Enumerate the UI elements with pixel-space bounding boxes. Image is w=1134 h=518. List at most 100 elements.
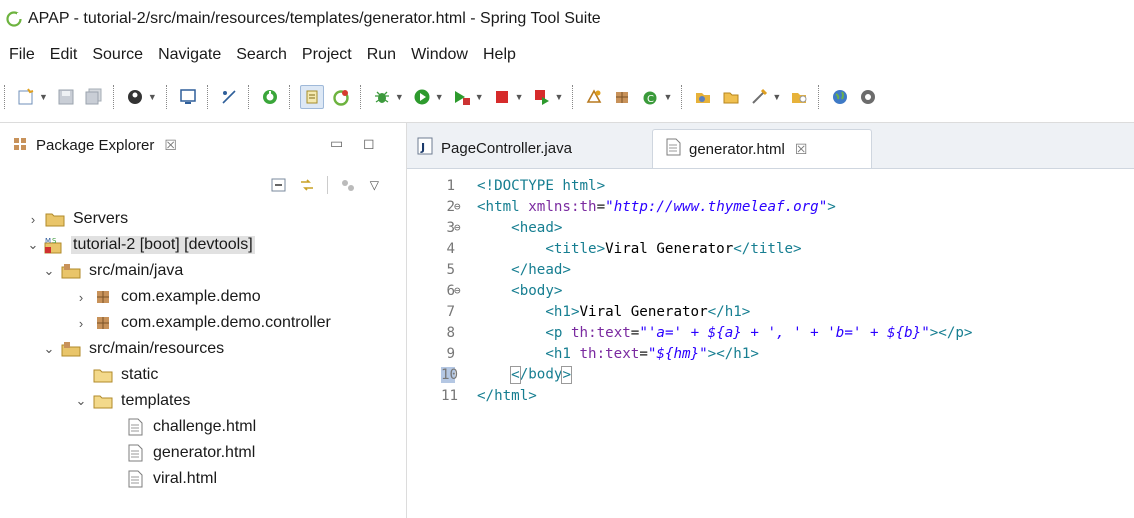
menu-project[interactable]: Project bbox=[294, 46, 359, 64]
profile-dropdown-icon[interactable]: ▼ bbox=[148, 92, 157, 102]
maximize-icon[interactable]: ◻ bbox=[363, 135, 375, 152]
code-text: <title>Viral Generator</title> bbox=[545, 240, 802, 257]
chevron-right-icon[interactable]: › bbox=[74, 290, 88, 305]
menu-edit[interactable]: Edit bbox=[42, 46, 85, 64]
chevron-right-icon[interactable]: › bbox=[74, 316, 88, 331]
folder-icon bbox=[92, 366, 114, 384]
menu-navigate[interactable]: Navigate bbox=[150, 46, 228, 64]
line-number: 2 bbox=[446, 198, 455, 215]
link-with-editor-icon[interactable] bbox=[298, 177, 316, 193]
more-toolbar-icon[interactable] bbox=[857, 86, 879, 108]
menu-window[interactable]: Window bbox=[403, 46, 475, 64]
tab-pagecontroller-java[interactable]: J PageController.java bbox=[417, 129, 637, 167]
tree-item-viral-html[interactable]: viral.html bbox=[106, 467, 219, 491]
tree-item-servers[interactable]: › Servers bbox=[26, 207, 130, 231]
relaunch-dropdown-icon[interactable]: ▼ bbox=[555, 92, 564, 102]
menu-file[interactable]: File bbox=[0, 46, 42, 64]
new-java-project-icon[interactable] bbox=[583, 86, 605, 108]
spring-icon[interactable] bbox=[330, 86, 352, 108]
tab-package-explorer[interactable]: Package Explorer ☒ bbox=[12, 136, 177, 156]
text-cursor bbox=[570, 366, 572, 383]
toolbar-separator bbox=[681, 85, 684, 109]
fold-collapse-icon[interactable]: ⊖ bbox=[454, 200, 461, 213]
open-task-icon[interactable] bbox=[720, 86, 742, 108]
tree-item-com-example-demo-controller[interactable]: › com.example.demo.controller bbox=[74, 311, 333, 335]
tree-item-challenge-html[interactable]: challenge.html bbox=[106, 415, 258, 439]
console-icon[interactable] bbox=[177, 86, 199, 108]
menu-source[interactable]: Source bbox=[84, 46, 150, 64]
save-icon[interactable] bbox=[55, 86, 77, 108]
fold-collapse-icon[interactable]: ⊖ bbox=[454, 284, 461, 297]
new-package-icon[interactable] bbox=[611, 86, 633, 108]
code-text: <h1>Viral Generator</h1> bbox=[545, 303, 751, 320]
tree-item-src-main-java[interactable]: ⌄ src/main/java bbox=[42, 259, 185, 283]
chevron-down-icon[interactable]: ⌄ bbox=[42, 263, 56, 279]
web-browser-icon[interactable] bbox=[829, 86, 851, 108]
menu-help[interactable]: Help bbox=[475, 46, 523, 64]
package-explorer-icon bbox=[12, 136, 28, 156]
new-class-dropdown-icon[interactable]: ▼ bbox=[663, 92, 672, 102]
new-icon[interactable] bbox=[15, 86, 37, 108]
run-external-tool-icon[interactable] bbox=[451, 86, 473, 108]
code-text: <p th:text="'a=' + ${a} + ', ' + 'b=' + … bbox=[545, 324, 973, 341]
close-icon[interactable]: ☒ bbox=[795, 141, 808, 158]
minimize-icon[interactable]: ▭ bbox=[330, 135, 343, 152]
svg-text:J: J bbox=[420, 141, 425, 154]
save-all-icon[interactable] bbox=[83, 86, 105, 108]
tree-item-templates[interactable]: ⌄ templates bbox=[74, 389, 192, 413]
open-folder-icon[interactable] bbox=[788, 86, 810, 108]
new-dropdown-icon[interactable]: ▼ bbox=[39, 92, 48, 102]
tree-item-label: src/main/resources bbox=[89, 340, 225, 357]
spring-boot-dashboard-icon[interactable] bbox=[259, 86, 281, 108]
chevron-down-icon[interactable]: ⌄ bbox=[26, 237, 40, 253]
code-line: 1 <!DOCTYPE html> bbox=[407, 175, 1134, 196]
toolbar-separator bbox=[4, 85, 7, 109]
line-number: 7 bbox=[446, 303, 455, 320]
line-number: 5 bbox=[446, 261, 455, 278]
menu-run[interactable]: Run bbox=[359, 46, 403, 64]
chevron-down-icon[interactable]: ⌄ bbox=[42, 341, 56, 357]
tree-item-generator-html[interactable]: generator.html bbox=[106, 441, 257, 465]
external-tool-dropdown-icon[interactable]: ▼ bbox=[475, 92, 484, 102]
new-class-icon[interactable]: C bbox=[639, 86, 661, 108]
svg-text:M: M bbox=[45, 237, 51, 245]
skip-breakpoints-icon[interactable] bbox=[218, 86, 240, 108]
code-text: </head> bbox=[511, 261, 571, 278]
search-icon[interactable] bbox=[748, 86, 770, 108]
spring-project-icon: MS bbox=[44, 236, 66, 254]
run-dropdown-icon[interactable]: ▼ bbox=[435, 92, 444, 102]
tab-label: PageController.java bbox=[441, 139, 572, 157]
terminate-icon[interactable] bbox=[491, 86, 513, 108]
debug-icon[interactable] bbox=[371, 86, 393, 108]
chevron-right-icon[interactable]: › bbox=[26, 212, 40, 227]
tree-item-tutorial-2[interactable]: ⌄ MS tutorial-2 [boot] [devtools] bbox=[26, 233, 255, 257]
code-text: <head> bbox=[511, 219, 563, 236]
toggle-mark-occurrences-icon[interactable] bbox=[299, 85, 324, 109]
tree-item-com-example-demo[interactable]: › com.example.demo bbox=[74, 285, 263, 309]
svg-text:C: C bbox=[647, 94, 654, 105]
tab-generator-html[interactable]: generator.html ☒ bbox=[652, 129, 872, 168]
tree-item-static[interactable]: static bbox=[74, 363, 160, 387]
run-icon[interactable] bbox=[411, 86, 433, 108]
view-menu-chevron-down-icon[interactable]: ▽ bbox=[370, 178, 379, 192]
menu-search[interactable]: Search bbox=[228, 46, 294, 64]
terminate-dropdown-icon[interactable]: ▼ bbox=[515, 92, 524, 102]
focus-on-active-task-icon[interactable] bbox=[339, 177, 357, 193]
debug-dropdown-icon[interactable]: ▼ bbox=[395, 92, 404, 102]
code-line: 9 <h1 th:text="${hm}"></h1> bbox=[407, 343, 1134, 364]
tree-item-label: generator.html bbox=[153, 444, 256, 461]
relaunch-icon[interactable] bbox=[531, 86, 553, 108]
line-number: 6 bbox=[446, 282, 455, 299]
toolbar-separator bbox=[572, 85, 575, 109]
package-icon bbox=[92, 288, 114, 306]
open-type-icon[interactable] bbox=[692, 86, 714, 108]
tree-item-src-main-resources[interactable]: ⌄ src/main/resources bbox=[42, 337, 226, 361]
search-dropdown-icon[interactable]: ▼ bbox=[772, 92, 781, 102]
collapse-all-icon[interactable] bbox=[270, 177, 288, 193]
fold-collapse-icon[interactable]: ⊖ bbox=[454, 221, 461, 234]
close-icon[interactable]: ☒ bbox=[164, 137, 177, 154]
code-text: <h1 th:text="${hm}"></h1> bbox=[545, 345, 759, 362]
folder-icon bbox=[44, 210, 66, 228]
debug-profile-icon[interactable] bbox=[124, 86, 146, 108]
chevron-down-icon[interactable]: ⌄ bbox=[74, 393, 88, 409]
